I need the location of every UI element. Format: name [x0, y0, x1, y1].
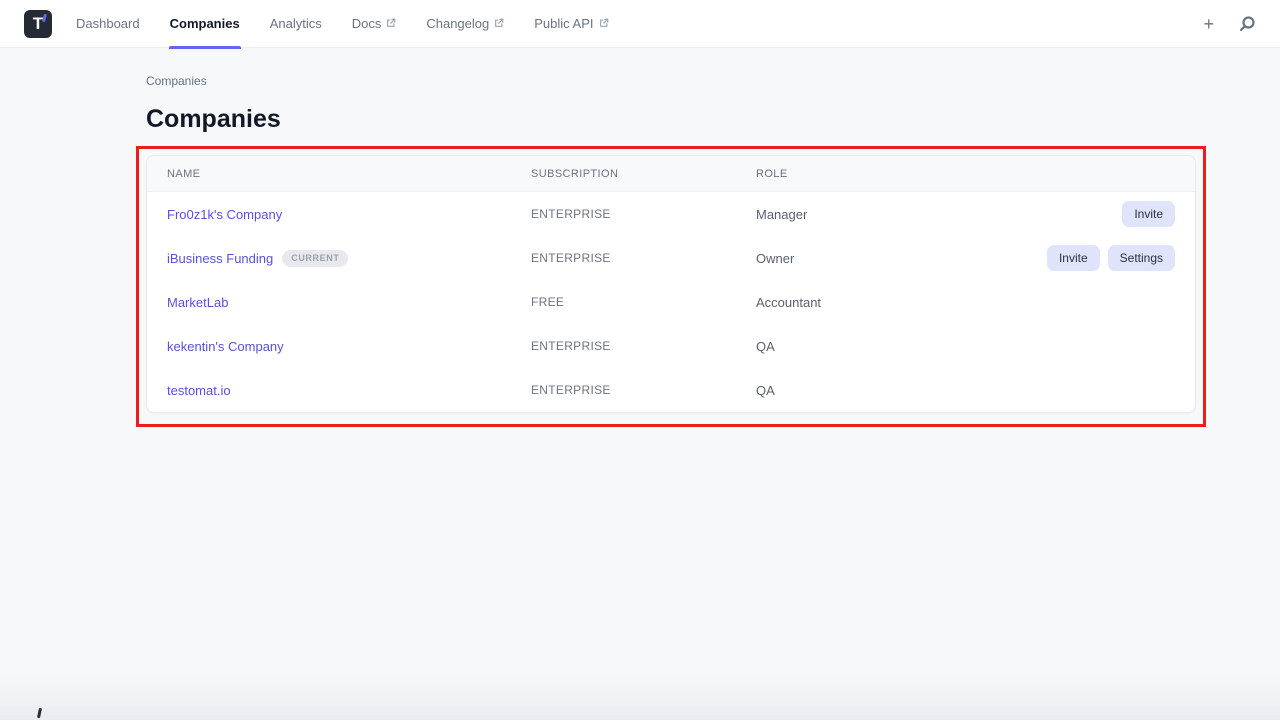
subscription-value: FREE [531, 295, 756, 309]
subscription-value: ENTERPRISE [531, 383, 756, 397]
table-row: kekentin's Company ENTERPRISEQA [147, 324, 1195, 368]
subscription-value: ENTERPRISE [531, 251, 756, 265]
nav-item-dashboard[interactable]: Dashboard [61, 0, 155, 48]
annotation-highlight: NAME SUBSCRIPTION ROLE Fro0z1k's Company… [136, 146, 1206, 427]
table-row: iBusiness FundingCURRENTENTERPRISEOwnerI… [147, 236, 1195, 280]
current-badge: CURRENT [282, 250, 348, 267]
external-link-icon [494, 18, 504, 28]
company-link[interactable]: MarketLab [167, 295, 228, 310]
logo-accent-mark [42, 13, 47, 21]
name-cell: iBusiness Funding CURRENT [147, 250, 531, 267]
table-header: NAME SUBSCRIPTION ROLE [147, 156, 1195, 192]
name-cell: MarketLab [147, 295, 531, 310]
nav-item-label: Dashboard [76, 16, 140, 31]
external-link-icon [386, 18, 396, 28]
add-button[interactable]: + [1203, 15, 1214, 33]
main-nav: Dashboard Companies Analytics Docs Changelog… [61, 0, 624, 48]
name-cell: testomat.io [147, 383, 531, 398]
subscription-value: ENTERPRISE [531, 207, 756, 221]
bottom-shadow [0, 675, 1280, 720]
table-row: MarketLab FREEAccountant [147, 280, 1195, 324]
column-header-role: ROLE [756, 168, 986, 180]
app-logo[interactable]: T [24, 10, 52, 38]
settings-button[interactable]: Settings [1108, 245, 1175, 271]
page-title: Companies [146, 105, 1280, 134]
column-header-name: NAME [147, 168, 531, 180]
company-link[interactable]: Fro0z1k's Company [167, 207, 282, 222]
company-link[interactable]: kekentin's Company [167, 339, 284, 354]
nav-item-public-api[interactable]: Public API [519, 0, 623, 48]
actions-cell: Invite Settings [986, 245, 1195, 271]
nav-item-label: Public API [534, 16, 593, 31]
nav-item-docs[interactable]: Docs [337, 0, 412, 48]
nav-item-label: Changelog [426, 16, 489, 31]
nav-item-label: Companies [170, 16, 240, 31]
role-value: Accountant [756, 295, 986, 310]
subscription-value: ENTERPRISE [531, 339, 756, 353]
top-bar: T Dashboard Companies Analytics Docs Changel… [0, 0, 1280, 48]
company-link[interactable]: iBusiness Funding [167, 251, 273, 266]
topbar-actions: + [1203, 15, 1256, 33]
main-content: Companies Companies NAME SUBSCRIPTION RO… [0, 48, 1280, 427]
column-header-subscription: SUBSCRIPTION [531, 168, 756, 180]
breadcrumb[interactable]: Companies [146, 74, 207, 88]
companies-table: NAME SUBSCRIPTION ROLE Fro0z1k's Company… [146, 155, 1196, 413]
nav-item-label: Analytics [270, 16, 322, 31]
name-cell: Fro0z1k's Company [147, 207, 531, 222]
nav-item-analytics[interactable]: Analytics [255, 0, 337, 48]
name-cell: kekentin's Company [147, 339, 531, 354]
table-row: Fro0z1k's Company ENTERPRISEManager Invite [147, 192, 1195, 236]
search-icon[interactable] [1238, 15, 1256, 33]
role-value: QA [756, 383, 986, 398]
cursor-artifact [37, 708, 42, 718]
app-logo-letter: T [33, 14, 43, 34]
role-value: QA [756, 339, 986, 354]
table-row: testomat.io ENTERPRISEQA [147, 368, 1195, 412]
company-link[interactable]: testomat.io [167, 383, 231, 398]
invite-button[interactable]: Invite [1122, 201, 1175, 227]
table-body: Fro0z1k's CompanyENTERPRISEManagerInvite… [147, 192, 1195, 412]
actions-cell: Invite [986, 201, 1195, 227]
nav-item-label: Docs [352, 16, 382, 31]
role-value: Manager [756, 207, 986, 222]
nav-item-changelog[interactable]: Changelog [411, 0, 519, 48]
external-link-icon [599, 18, 609, 28]
role-value: Owner [756, 251, 986, 266]
nav-item-companies[interactable]: Companies [155, 0, 255, 48]
invite-button[interactable]: Invite [1047, 245, 1100, 271]
